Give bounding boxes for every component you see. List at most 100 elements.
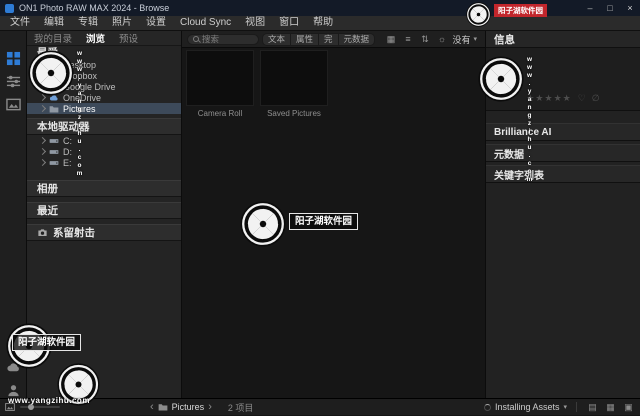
expand-chevron-icon[interactable]	[38, 93, 47, 102]
expand-chevron-icon[interactable]	[38, 136, 47, 145]
installing-label: Installing Assets	[494, 402, 560, 412]
favorites-header[interactable]: 最爱	[27, 46, 181, 59]
dropbox-icon	[49, 71, 59, 81]
expand-chevron-icon[interactable]	[38, 82, 47, 91]
filmstrip-view-icon[interactable]: ▤	[586, 402, 599, 413]
like-icon[interactable]: ♡	[578, 93, 586, 104]
menu-help[interactable]: 帮助	[306, 16, 340, 30]
current-location[interactable]: Pictures	[172, 402, 205, 412]
folder-tile-camera-roll[interactable]: Camera Roll	[186, 50, 254, 118]
window-controls: – □ ×	[580, 0, 640, 16]
favorite-item-onedrive[interactable]: OneDrive	[27, 92, 181, 103]
section-keyword-list[interactable]: 关键字列表	[486, 165, 640, 183]
section-brilliance-ai[interactable]: Brilliance AI	[486, 123, 640, 141]
thumbnail-size-slider[interactable]	[20, 404, 60, 410]
drive-icon	[49, 136, 59, 146]
expand-chevron-icon[interactable]	[38, 158, 47, 167]
menu-view[interactable]: 视图	[238, 16, 272, 30]
browse-panel: 我的目录 浏览 预设 最爱 Desktop Dropbox Google Dri…	[27, 31, 182, 398]
filter-metadata[interactable]: 元数据	[337, 32, 376, 46]
filter-text[interactable]: 文本	[262, 32, 292, 46]
divider	[576, 402, 577, 412]
expand-chevron-icon[interactable]	[38, 147, 47, 156]
google-drive-icon	[49, 82, 59, 92]
reject-icon[interactable]: ∅	[592, 93, 600, 104]
tab-my-catalogs[interactable]: 我的目录	[27, 31, 79, 45]
info-preview-area: ★★★★★ ♡ ∅	[486, 48, 640, 111]
resize-module-icon[interactable]	[6, 97, 21, 112]
browser-content: 搜索 文本 属性 完 元数据 ▦ ≡ ⇅ ☼ 没有 ▾ Camera Roll …	[182, 31, 485, 398]
sort-value: 没有	[452, 34, 471, 45]
folder-name: Saved Pictures	[267, 109, 321, 118]
folder-thumbnail	[186, 50, 254, 106]
favorite-item-google-drive[interactable]: Google Drive	[27, 81, 181, 92]
menu-edit[interactable]: 编辑	[37, 16, 71, 30]
browse-module-icon[interactable]	[6, 51, 21, 66]
forward-arrow-icon[interactable]: ›	[208, 399, 212, 416]
panel-tabs: 我的目录 浏览 预设	[27, 31, 181, 46]
section-metadata[interactable]: 元数据	[486, 144, 640, 162]
user-account-icon[interactable]	[6, 383, 21, 398]
expand-chevron-icon[interactable]	[38, 104, 47, 113]
app-logo-icon	[5, 3, 14, 13]
sort-direction-icon[interactable]: ⇅	[418, 31, 431, 47]
menu-photo[interactable]: 照片	[105, 16, 139, 30]
minimize-button[interactable]: –	[580, 0, 600, 16]
folder-thumbnail	[260, 50, 328, 106]
detail-view-icon[interactable]: ▣	[622, 402, 635, 413]
search-placeholder: 搜索	[202, 33, 220, 44]
close-button[interactable]: ×	[620, 0, 640, 16]
folder-tile-saved-pictures[interactable]: Saved Pictures	[260, 50, 328, 118]
drive-item-e[interactable]: E:	[27, 157, 181, 168]
module-rail	[0, 31, 27, 398]
favorite-label: Dropbox	[63, 70, 98, 81]
menu-settings[interactable]: 设置	[139, 16, 173, 30]
filter-rating[interactable]: 完	[318, 32, 339, 46]
list-view-icon[interactable]: ≡	[401, 31, 414, 47]
folder-name: Camera Roll	[197, 109, 243, 118]
menu-file[interactable]: 文件	[3, 16, 37, 30]
cloud-sync-icon[interactable]	[6, 360, 21, 375]
drive-item-c[interactable]: C:	[27, 135, 181, 146]
edit-module-icon[interactable]	[6, 74, 21, 89]
preview-light-icon[interactable]: ☼	[435, 31, 448, 47]
installing-assets-dropdown[interactable]: Installing Assets ▾	[483, 402, 567, 412]
filter-attributes[interactable]: 属性	[290, 32, 320, 46]
location-breadcrumb: ‹ Pictures › 2 项目	[150, 399, 253, 416]
favorite-label: Pictures	[63, 103, 96, 114]
location-folder-icon	[158, 402, 168, 412]
grid-view-icon[interactable]: ▦	[384, 31, 397, 47]
expand-chevron-icon[interactable]	[38, 60, 47, 69]
drive-item-d[interactable]: D:	[27, 146, 181, 157]
local-drives-header[interactable]: 本地驱动器	[27, 118, 181, 135]
grid-view-toggle-icon[interactable]: ▦	[604, 402, 617, 413]
menu-window[interactable]: 窗口	[272, 16, 306, 30]
slider-handle[interactable]	[28, 404, 34, 410]
desktop-folder-icon	[49, 60, 59, 70]
favorite-item-desktop[interactable]: Desktop	[27, 59, 181, 70]
progress-spinner-icon	[483, 403, 491, 411]
drive-label: E:	[63, 157, 72, 168]
expand-chevron-icon[interactable]	[38, 71, 47, 80]
search-input[interactable]: 搜索	[187, 33, 259, 45]
sort-dropdown[interactable]: 没有 ▾	[452, 33, 480, 46]
back-arrow-icon[interactable]: ‹	[150, 399, 154, 416]
star-rating[interactable]: ★★★★★	[526, 93, 571, 104]
favorite-item-dropbox[interactable]: Dropbox	[27, 70, 181, 81]
favorite-label: Desktop	[63, 59, 97, 70]
drive-label: D:	[63, 146, 72, 157]
recent-header[interactable]: 最近	[27, 202, 181, 219]
local-drives-title: 本地驱动器	[37, 121, 90, 133]
drive-label: C:	[63, 135, 72, 146]
menu-album[interactable]: 专辑	[71, 16, 105, 30]
tab-browse[interactable]: 浏览	[79, 31, 112, 45]
albums-header[interactable]: 相册	[27, 180, 181, 197]
filter-group: 文本 属性 完 元数据	[262, 32, 376, 46]
info-panel-header[interactable]: 信息	[486, 31, 640, 48]
maximize-button[interactable]: □	[600, 0, 620, 16]
tethered-shooting-header[interactable]: 系留射击	[27, 224, 181, 241]
drive-icon	[49, 147, 59, 157]
menu-cloud-sync[interactable]: Cloud Sync	[173, 16, 238, 30]
favorite-item-pictures[interactable]: Pictures	[27, 103, 181, 114]
tab-presets[interactable]: 预设	[112, 31, 145, 45]
